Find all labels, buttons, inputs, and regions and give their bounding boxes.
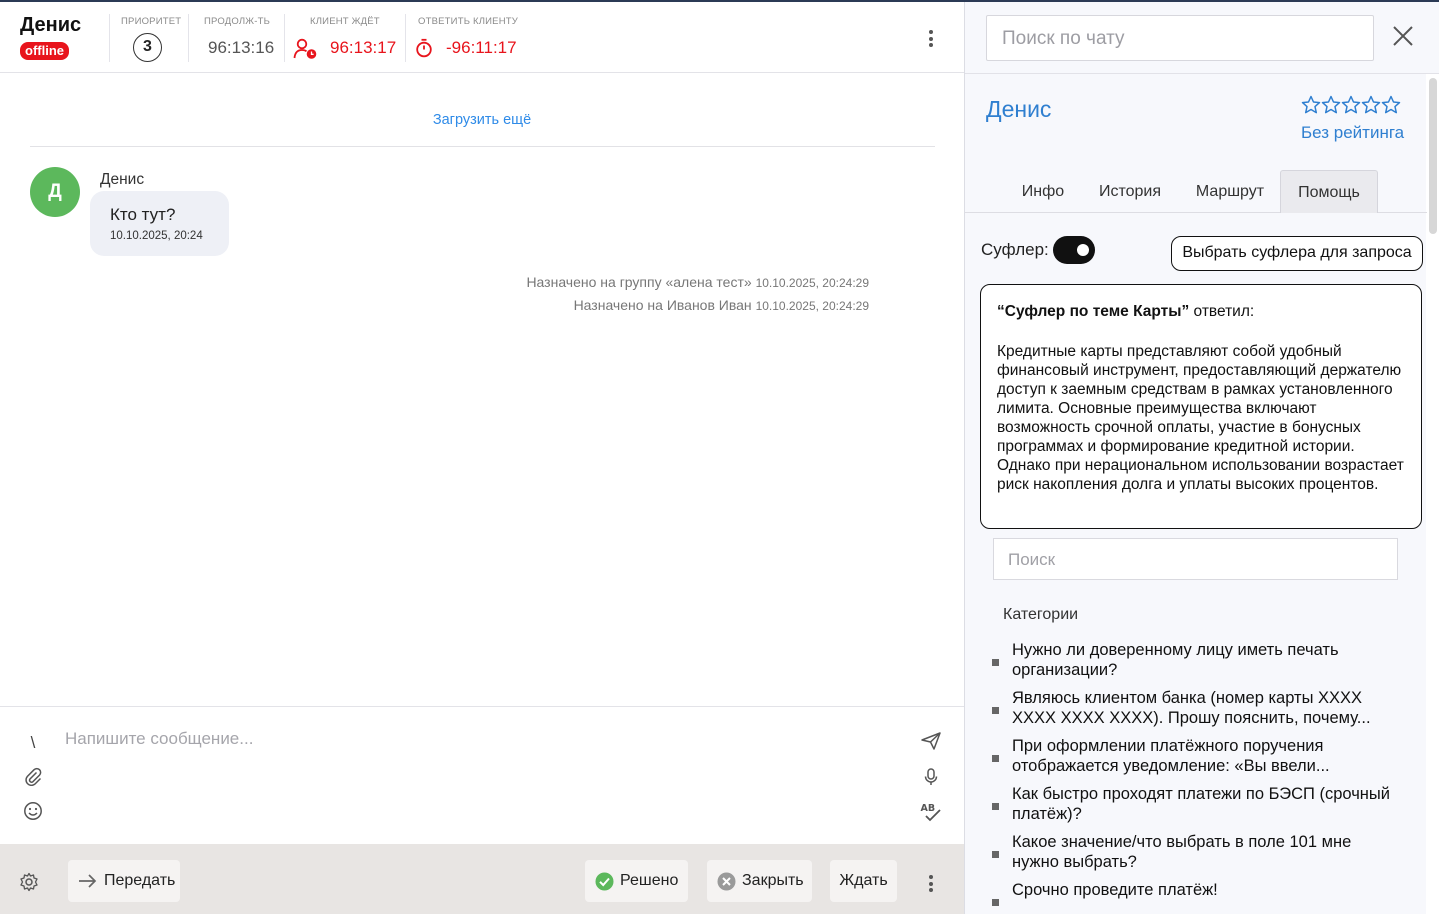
chat-search-placeholder: Поиск по чату	[1002, 28, 1125, 49]
divider	[405, 14, 406, 62]
divider	[284, 14, 285, 62]
choose-sufler-button[interactable]: Выбрать суфлера для запроса	[1171, 236, 1423, 271]
categories-title: Категории	[1003, 606, 1079, 623]
message-text: Кто тут?	[110, 205, 176, 224]
client-waits-label: КЛИЕНТ ЖДЁТ	[310, 16, 380, 27]
sufler-toggle[interactable]	[1053, 236, 1095, 264]
status-badge: offline	[20, 42, 69, 60]
sufler-label: Суфлер:	[981, 240, 1049, 259]
wait-button[interactable]: Ждать	[830, 860, 897, 902]
system-event-time: 10.10.2025, 20:24:29	[755, 299, 869, 313]
resolved-button-label: Решено	[620, 872, 679, 889]
duration-label: ПРОДОЛЖ-ТЬ	[204, 16, 271, 27]
scrollbar-thumb[interactable]	[1429, 78, 1437, 234]
category-item[interactable]: Нужно ли доверенному лицу иметь печать о…	[992, 640, 1392, 680]
send-icon[interactable]	[920, 731, 942, 753]
message-bubble: Кто тут? 10.10.2025, 20:24	[90, 191, 229, 256]
toggle-knob	[1077, 244, 1089, 256]
answer-text: Кредитные карты представляют собой удобн…	[997, 343, 1404, 493]
star-icon	[1301, 95, 1321, 114]
reply-client-label: ОТВЕТИТЬ КЛИЕНТУ	[418, 16, 519, 27]
divider	[965, 73, 1439, 74]
client-profile-name: Денис	[986, 96, 1052, 122]
transfer-button-label: Передать	[104, 872, 176, 889]
footer-more-icon[interactable]	[929, 875, 933, 895]
system-event: Назначено на Иванов Иван 10.10.2025, 20:…	[574, 297, 869, 313]
client-name: Денис	[20, 14, 82, 36]
system-event-text: Назначено на группу «алена тест»	[526, 274, 752, 290]
category-item[interactable]: Какое значение/что выбрать в поле 101 мн…	[992, 832, 1392, 872]
resolved-button[interactable]: Решено	[585, 860, 688, 902]
header-more-icon[interactable]	[929, 30, 933, 50]
chat-area: Денис offline ПРИОРИТЕТ 3 ПРОДОЛЖ-ТЬ 96:…	[0, 2, 964, 914]
transfer-button[interactable]: Передать	[68, 860, 180, 902]
microphone-icon[interactable]	[920, 767, 942, 789]
answer-header: “Суфлер по теме Карты” ответил:	[997, 303, 1405, 321]
system-event: Назначено на группу «алена тест» 10.10.2…	[526, 274, 869, 290]
category-item[interactable]: Являюсь клиентом банка (номер карты XXXX…	[992, 688, 1392, 728]
system-event-text: Назначено на Иванов Иван	[573, 297, 752, 313]
svg-text:AB: AB	[921, 803, 936, 814]
chat-header: Денис offline ПРИОРИТЕТ 3 ПРОДОЛЖ-ТЬ 96:…	[0, 2, 964, 73]
close-button[interactable]: Закрыть	[707, 860, 812, 902]
rating-stars[interactable]	[1301, 95, 1401, 115]
chat-footer-toolbar: Передать Решено Закрыть Ждать	[0, 844, 964, 914]
rating-text: Без рейтинга	[1301, 123, 1405, 142]
x-circle-icon	[717, 872, 736, 891]
priority-value: 3	[133, 33, 162, 62]
message-composer: \ Напишите сообщение... AB	[0, 706, 964, 844]
avatar: Д	[30, 167, 80, 217]
star-icon	[1361, 95, 1381, 114]
priority-label: ПРИОРИТЕТ	[121, 16, 182, 27]
emoji-icon[interactable]	[22, 801, 44, 823]
answer-source: “Суфлер по теме Карты”	[997, 303, 1190, 320]
stopwatch-icon	[415, 38, 433, 63]
star-icon	[1321, 95, 1341, 114]
divider	[109, 14, 110, 62]
category-item[interactable]: При оформлении платёжного поручения отоб…	[992, 736, 1392, 776]
user-clock-icon	[293, 38, 319, 65]
wait-button-label: Ждать	[839, 872, 888, 889]
close-icon[interactable]	[1392, 25, 1414, 47]
panel-tabs: Инфо История Маршрут Помощь	[965, 170, 1427, 213]
system-event-time: 10.10.2025, 20:24:29	[755, 276, 869, 290]
side-panel: Поиск по чату Денис Без рейтинга Инфо Ис…	[964, 2, 1439, 914]
load-more-link[interactable]: Загрузить ещё	[0, 112, 964, 128]
tab-history[interactable]: История	[1091, 170, 1169, 213]
sufler-answer-card: “Суфлер по теме Карты” ответил: Кредитны…	[980, 284, 1422, 529]
answer-verb: ответил:	[1189, 303, 1255, 320]
reply-client-value: -96:11:17	[446, 38, 517, 57]
star-icon	[1381, 95, 1401, 114]
tab-help[interactable]: Помощь	[1280, 170, 1378, 213]
arrow-right-icon	[78, 873, 98, 889]
spellcheck-icon[interactable]: AB	[920, 801, 942, 823]
divider	[30, 146, 935, 147]
message-time: 10.10.2025, 20:24	[110, 230, 203, 242]
check-circle-icon	[595, 872, 614, 891]
client-waits-value: 96:13:17	[330, 38, 397, 57]
divider	[188, 14, 189, 62]
duration-value: 96:13:16	[208, 38, 275, 57]
categories-list: Нужно ли доверенному лицу иметь печать о…	[992, 640, 1392, 908]
star-icon	[1341, 95, 1361, 114]
tab-route[interactable]: Маршрут	[1187, 170, 1273, 213]
message-sender: Денис	[100, 171, 145, 188]
close-button-label: Закрыть	[742, 872, 804, 889]
help-search-placeholder: Поиск	[1008, 550, 1056, 569]
help-search-input[interactable]: Поиск	[993, 538, 1398, 580]
tab-info[interactable]: Инфо	[1013, 170, 1073, 213]
category-item[interactable]: Срочно проведите платёж!	[992, 880, 1392, 906]
paperclip-icon[interactable]	[22, 766, 44, 788]
category-item[interactable]: Как быстро проходят платежи по БЭСП (сро…	[992, 784, 1392, 824]
chat-search-input[interactable]: Поиск по чату	[986, 15, 1374, 61]
settings-icon[interactable]	[19, 872, 39, 897]
slash-command-icon[interactable]: \	[22, 732, 44, 754]
message-input[interactable]: Напишите сообщение...	[65, 729, 253, 749]
